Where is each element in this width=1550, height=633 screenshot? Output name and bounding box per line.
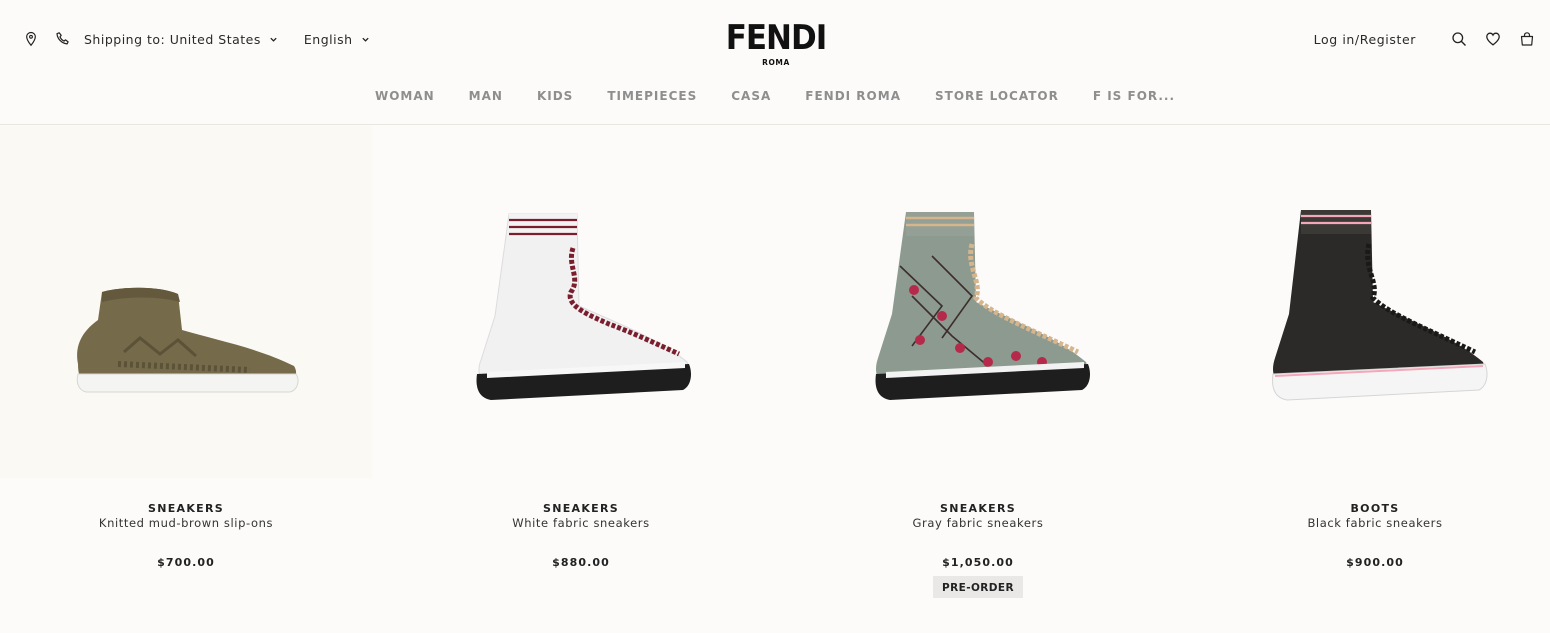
shopping-bag-icon[interactable] <box>1518 30 1536 48</box>
product-name[interactable]: Black fabric sneakers <box>1189 516 1550 530</box>
product-name[interactable]: Knitted mud-brown slip-ons <box>0 516 372 530</box>
sneaker-illustration <box>875 212 1090 400</box>
map-pin-icon[interactable] <box>22 30 40 48</box>
product-card[interactable]: SNEAKERS Gray fabric sneakers $1,050.00 … <box>792 126 1164 626</box>
language-label: English <box>303 31 353 47</box>
sneaker-illustration <box>76 287 299 393</box>
product-category: SNEAKERS <box>148 502 224 515</box>
nav-item-f-is-for[interactable]: F IS FOR... <box>1093 89 1175 103</box>
product-category: SNEAKERS <box>940 502 1016 515</box>
product-image[interactable] <box>395 126 767 478</box>
product-name[interactable]: White fabric sneakers <box>395 516 767 530</box>
product-category: BOOTS <box>1350 502 1400 515</box>
product-category: SNEAKERS <box>543 502 619 515</box>
nav-item-kids[interactable]: KIDS <box>537 89 573 103</box>
product-grid: SNEAKERS Knitted mud-brown slip-ons $700… <box>0 126 1550 633</box>
nav-item-casa[interactable]: CASA <box>731 89 771 103</box>
product-image[interactable] <box>0 126 372 478</box>
logo-subtext: ROMA <box>762 58 790 67</box>
nav-item-man[interactable]: MAN <box>469 89 503 103</box>
sneaker-illustration <box>476 213 691 400</box>
shipping-label: Shipping to: United States <box>84 31 261 47</box>
utility-right: Log in/Register <box>1314 28 1536 50</box>
product-price: $1,050.00 <box>942 556 1014 569</box>
heart-icon[interactable] <box>1484 30 1502 48</box>
product-card[interactable]: SNEAKERS Knitted mud-brown slip-ons $700… <box>0 126 372 626</box>
product-name[interactable]: Gray fabric sneakers <box>792 516 1164 530</box>
main-navigation: WOMAN MAN KIDS TIMEPIECES CASA FENDI ROM… <box>0 89 1550 103</box>
pre-order-badge: PRE-ORDER <box>933 576 1023 598</box>
utility-left: Shipping to: United States English <box>22 28 370 50</box>
fendi-logo[interactable]: FENDI ROMA <box>720 18 832 67</box>
product-price: $880.00 <box>552 556 610 569</box>
nav-item-fendi-roma[interactable]: FENDI ROMA <box>805 89 901 103</box>
product-card[interactable]: SNEAKERS White fabric sneakers $880.00 <box>395 126 767 626</box>
nav-item-woman[interactable]: WOMAN <box>375 89 435 103</box>
product-card[interactable]: BOOTS Black fabric sneakers $900.00 <box>1189 126 1550 626</box>
phone-icon[interactable] <box>54 30 72 48</box>
chevron-down-icon <box>270 37 277 42</box>
shipping-country-select[interactable]: Shipping to: United States <box>84 32 278 47</box>
nav-item-store-locator[interactable]: STORE LOCATOR <box>935 89 1059 103</box>
product-price: $900.00 <box>1346 556 1404 569</box>
product-image[interactable] <box>1189 126 1550 478</box>
search-icon[interactable] <box>1450 30 1468 48</box>
language-select[interactable]: English <box>304 32 370 47</box>
product-image[interactable] <box>792 126 1164 478</box>
logo-text: FENDI <box>725 18 828 58</box>
product-price: $700.00 <box>157 556 215 569</box>
sneaker-illustration <box>1272 210 1488 401</box>
chevron-down-icon <box>361 37 369 42</box>
site-header: Shipping to: United States English FENDI… <box>0 0 1550 125</box>
nav-item-timepieces[interactable]: TIMEPIECES <box>607 89 697 103</box>
login-register-link[interactable]: Log in/Register <box>1314 32 1416 47</box>
